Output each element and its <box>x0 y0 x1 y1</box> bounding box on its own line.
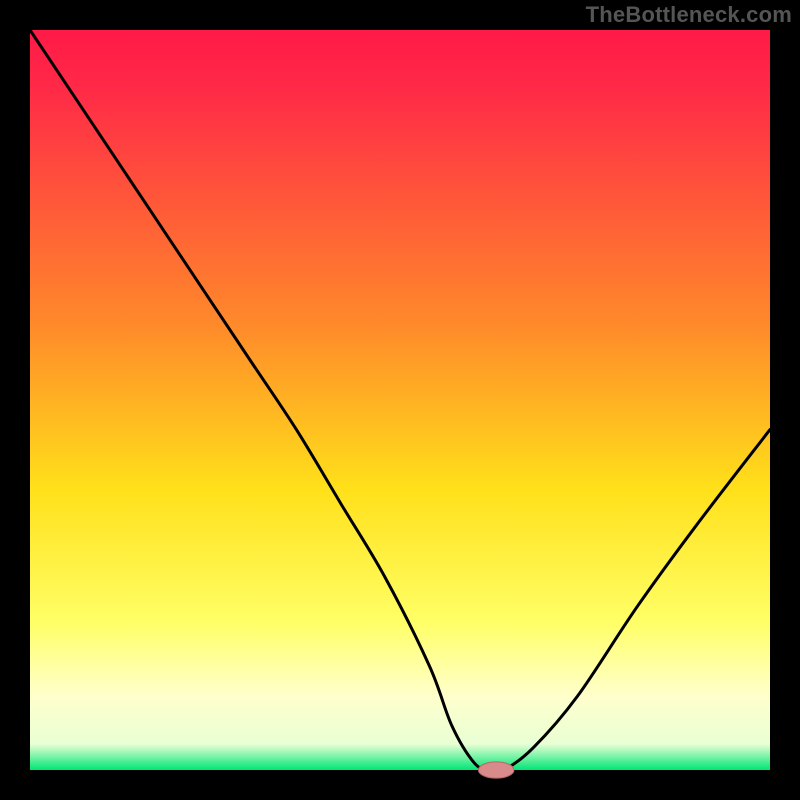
chart-frame: TheBottleneck.com <box>0 0 800 800</box>
optimal-point-marker <box>478 762 514 778</box>
watermark-text: TheBottleneck.com <box>586 2 792 28</box>
plot-area <box>30 30 770 770</box>
bottleneck-chart <box>0 0 800 800</box>
